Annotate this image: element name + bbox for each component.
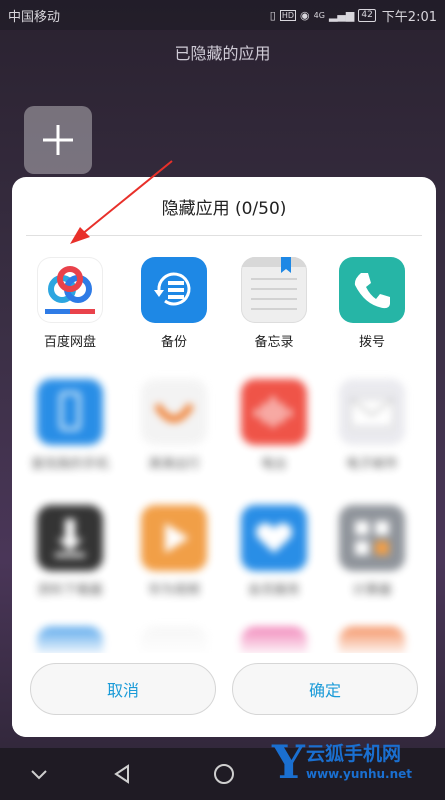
annotation-arrow-icon [70,160,173,244]
backup-icon [141,257,207,323]
app-item-calculator[interactable]: 计算器 [322,505,422,598]
app-item-notepad[interactable]: 备忘录 [224,257,324,350]
app-label: 拨号 [358,335,385,350]
watermark-letter: Y [272,735,305,789]
radio-icon [241,379,307,445]
app-label: 百度网盘 [43,335,96,350]
app-label: 电子邮件 [345,457,398,472]
app-item-didi[interactable]: 滴滴出行 [124,379,224,472]
hd-icon: HD [279,9,297,21]
dialog-buttons: 取消 确定 [12,653,436,737]
mail-icon [339,379,405,445]
video-icon [141,505,207,571]
watermark-url: www.yunhu.net [306,767,413,781]
signal-icon: ▂▄▆ [328,8,355,22]
app-item-video[interactable]: 华为视频 [124,505,224,598]
app-label: 备份 [160,335,187,350]
app-label: 备忘录 [254,335,294,350]
vibrate-icon: ▯ [269,8,276,22]
app-item-download[interactable]: 资料下载器 [20,505,120,598]
network-label: 4G [313,10,325,20]
chevron-down-icon[interactable] [26,761,52,787]
app-label: 会员服务 [247,583,300,598]
watermark-logo: Y 云狐手机网 www.yunhu.net [272,735,444,797]
app-item-radio[interactable]: 电台 [224,379,324,472]
app-item-find-phone[interactable]: 查找我的手机 [20,379,120,472]
baidu-netdisk-icon [37,257,103,323]
scroll-fade [12,617,436,657]
app-label: 电台 [260,457,287,472]
battery-icon: 42 [358,8,376,22]
app-label: 华为视频 [147,583,200,598]
plus-icon [43,125,73,155]
back-icon[interactable] [110,761,136,787]
calculator-icon [339,505,405,571]
phone-icon [339,257,405,323]
didi-icon [141,379,207,445]
page-title: 已隐藏的应用 [174,44,271,63]
app-label: 资料下载器 [37,583,103,598]
confirm-button[interactable]: 确定 [232,663,418,715]
carrier-label: 中国移动 [8,9,61,25]
app-label: 计算器 [352,583,392,598]
find-phone-icon [37,379,103,445]
app-item-phone[interactable]: 拨号 [322,257,422,350]
time-label: 下午2:01 [381,9,437,25]
status-icons: ▯ HD ◉ 4G ▂▄▆ 42 下午2:01 [270,6,437,25]
notepad-icon [241,257,307,323]
status-bar: 中国移动 ▯ HD ◉ 4G ▂▄▆ 42 下午2:01 [0,0,445,30]
app-label: 滴滴出行 [147,457,200,472]
app-item-mail[interactable]: 电子邮件 [322,379,422,472]
cancel-button[interactable]: 取消 [30,663,216,715]
app-label: 查找我的手机 [30,457,109,472]
hide-apps-dialog: 隐藏应用 (0/50) 百度网盘 备份 备忘录 拨号 查找我的手机 滴滴出行 电… [12,177,436,737]
app-item-baidu-netdisk[interactable]: 百度网盘 [20,257,120,350]
eye-icon: ◉ [300,8,310,22]
download-icon [37,505,103,571]
member-icon [241,505,307,571]
app-item-backup[interactable]: 备份 [124,257,224,350]
home-icon[interactable] [211,761,237,787]
watermark-name: 云狐手机网 [306,743,402,765]
app-item-member[interactable]: 会员服务 [224,505,324,598]
